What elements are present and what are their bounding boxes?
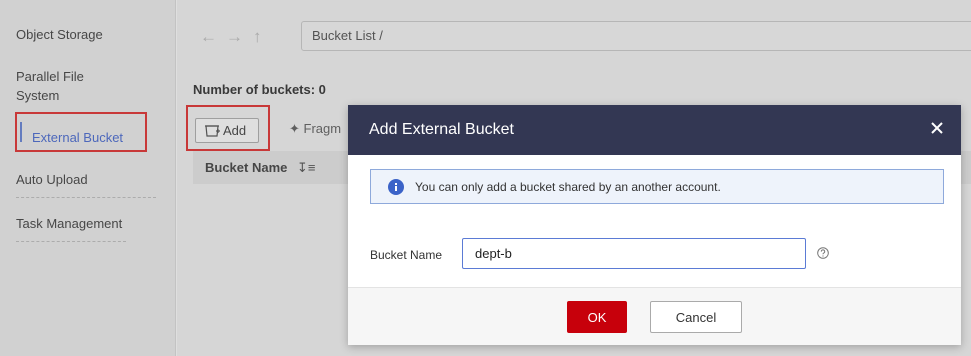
dialog-header: Add External Bucket [348,105,961,155]
bucket-name-input[interactable] [462,238,806,269]
close-icon[interactable] [929,120,945,136]
ok-button[interactable]: OK [567,301,627,333]
info-banner: You can only add a bucket shared by an a… [370,169,944,204]
dialog-title: Add External Bucket [369,121,514,138]
add-external-bucket-dialog: Add External Bucket You can only add a b… [348,105,961,345]
info-icon [388,179,404,195]
bucket-name-label: Bucket Name [370,248,443,262]
help-icon[interactable] [817,247,829,259]
info-text: You can only add a bucket shared by an a… [415,180,721,194]
dialog-footer: OK Cancel [348,287,961,345]
cancel-button[interactable]: Cancel [650,301,742,333]
